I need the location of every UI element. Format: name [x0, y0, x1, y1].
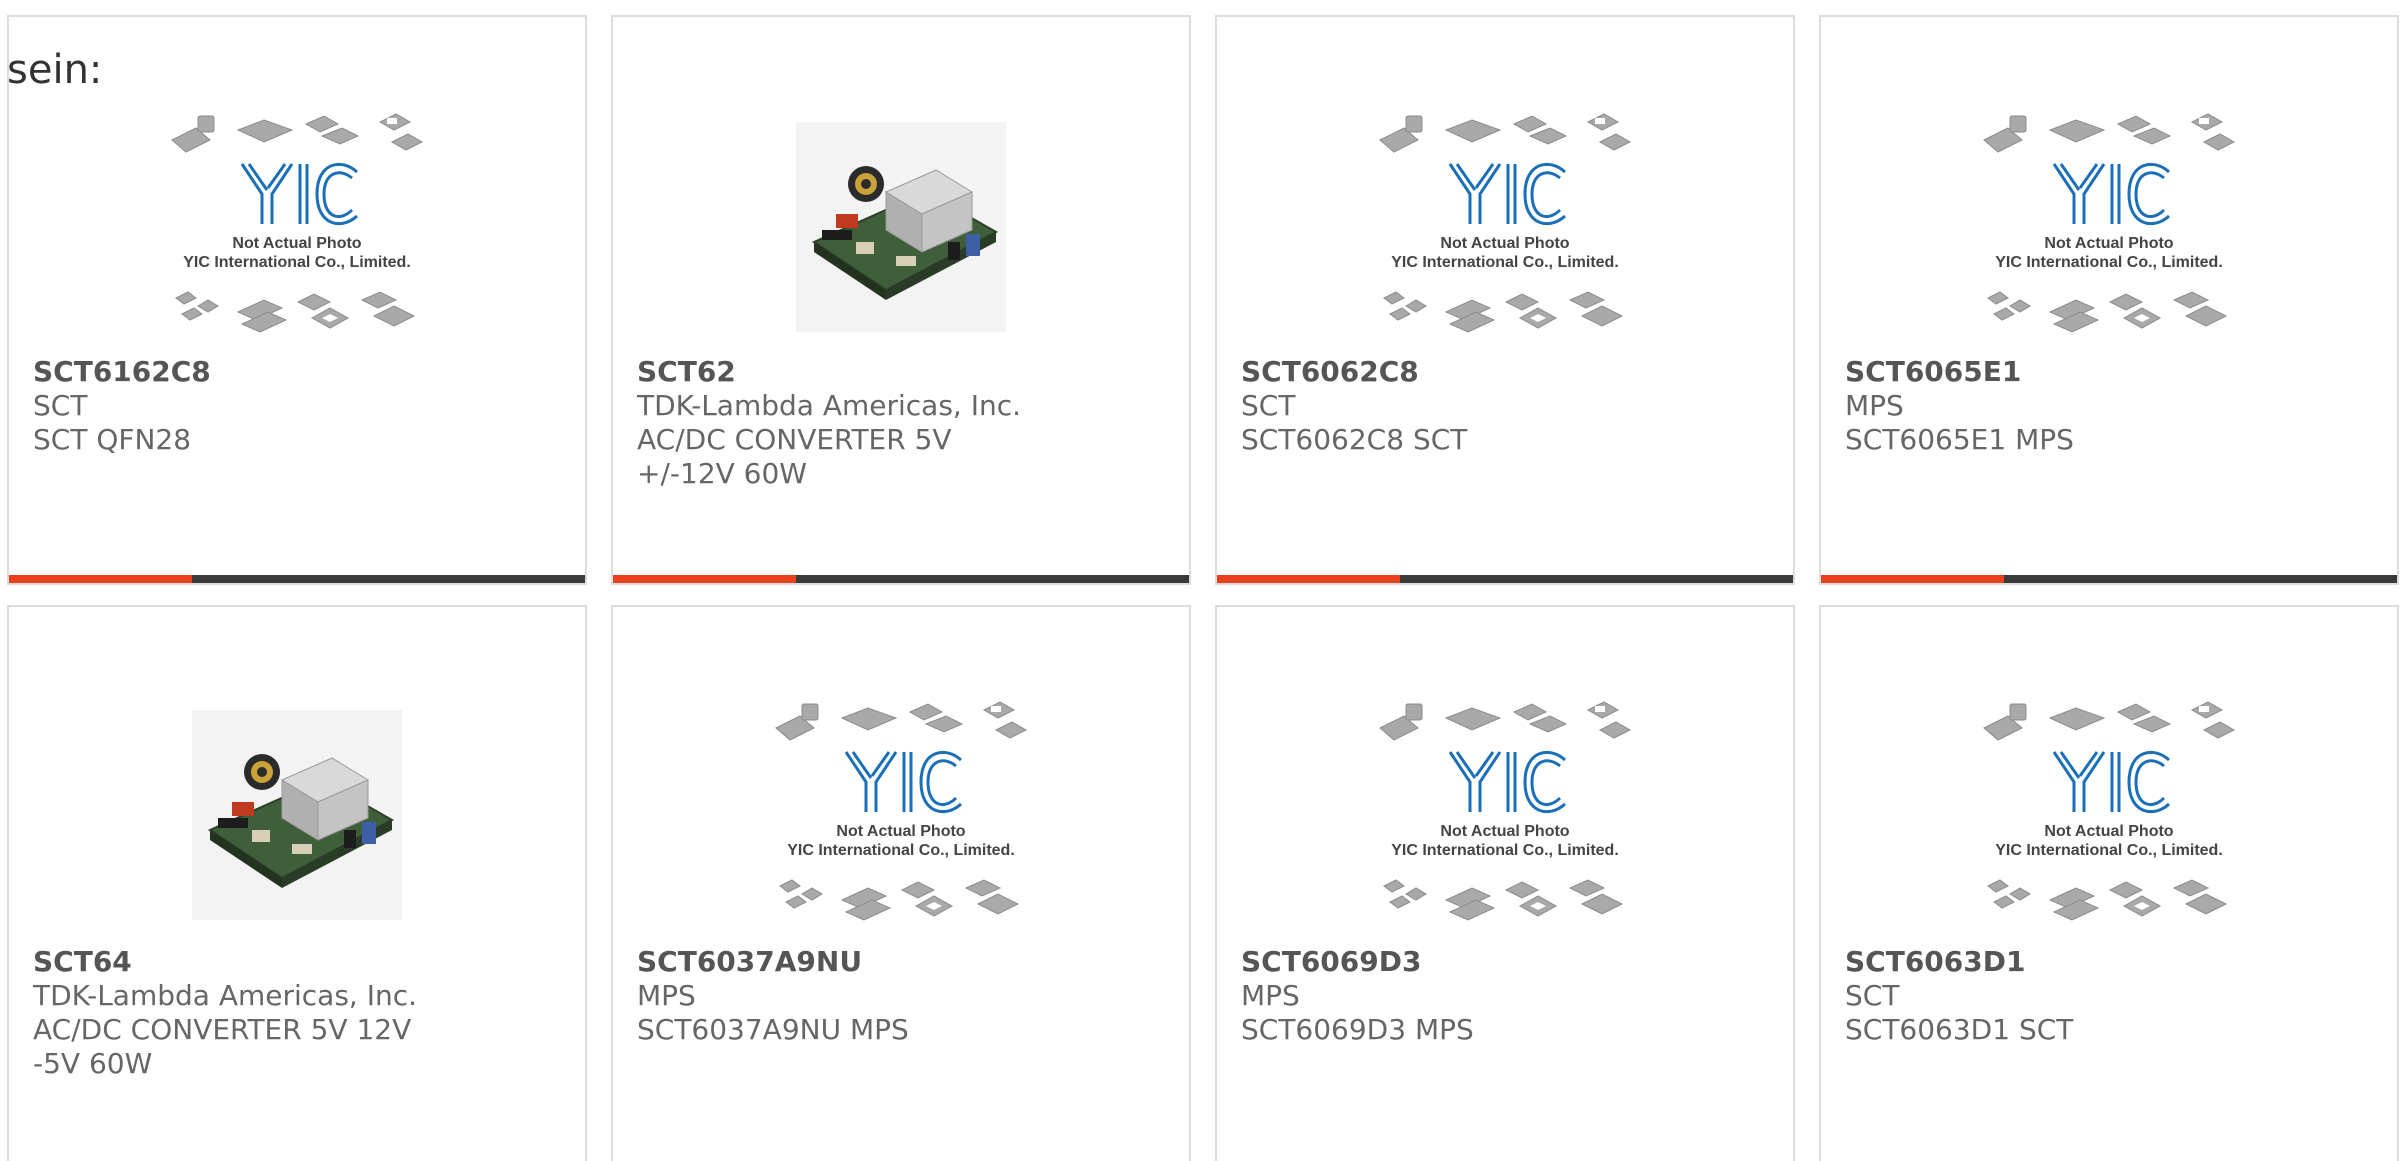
description: SCT QFN28: [33, 423, 192, 456]
product-card[interactable]: Not Actual Photo YIC International Co., …: [1215, 15, 1795, 585]
placeholder-icon[interactable]: Not Actual Photo YIC International Co., …: [1821, 97, 2397, 357]
part-number-link[interactable]: SCT6063D1: [1845, 945, 2373, 979]
card-hover-bar-accent: [613, 575, 796, 583]
manufacturer: MPS: [1241, 979, 1300, 1012]
card-hover-bar: [1217, 575, 1793, 583]
description: SCT6063D1 SCT: [1845, 1013, 2074, 1046]
placeholder-line1: Not Actual Photo: [2044, 235, 2173, 252]
product-card[interactable]: SCT62 TDK-Lambda Americas, Inc. AC/DC CONV…: [611, 15, 1191, 585]
manufacturer: TDK-Lambda Americas, Inc.: [33, 979, 418, 1012]
part-number-link[interactable]: SCT6162C8: [33, 355, 561, 389]
product-card[interactable]: SCT64 TDK-Lambda Americas, Inc. AC/DC CONV…: [7, 605, 587, 1161]
product-card[interactable]: Not Actual Photo YIC International Co., …: [7, 15, 587, 585]
product-info: SCT6062C8 SCT SCT6062C8 SCT: [1241, 355, 1769, 457]
placeholder-icon[interactable]: Not Actual Photo YIC International Co., …: [1217, 685, 1793, 945]
power-supply-board-icon[interactable]: [613, 97, 1189, 357]
description: AC/DC CONVERTER 5V 12V -5V 60W: [33, 1013, 412, 1080]
card-hover-bar-accent: [1217, 575, 1400, 583]
part-number-link[interactable]: SCT6065E1: [1845, 355, 2373, 389]
power-supply-board-icon[interactable]: [9, 685, 585, 945]
part-number-link[interactable]: SCT6062C8: [1241, 355, 1769, 389]
product-info: SCT62 TDK-Lambda Americas, Inc. AC/DC CONV…: [637, 355, 1165, 491]
manufacturer: SCT: [33, 389, 88, 422]
placeholder-line2: YIC International Co., Limited.: [1995, 254, 2223, 271]
description: AC/DC CONVERTER 5V +/-12V 60W: [637, 423, 952, 490]
card-hover-bar: [9, 575, 585, 583]
card-hover-bar: [613, 575, 1189, 583]
product-info: SCT6162C8 SCT SCT QFN28: [33, 355, 561, 457]
part-number-link[interactable]: SCT64: [33, 945, 561, 979]
part-number-link[interactable]: SCT6037A9NU: [637, 945, 1165, 979]
product-info: SCT6037A9NU MPS SCT6037A9NU MPS: [637, 945, 1165, 1047]
product-card[interactable]: Not Actual Photo YIC International Co., …: [1215, 605, 1795, 1161]
placeholder-line1: Not Actual Photo: [1440, 823, 1569, 840]
placeholder-line2: YIC International Co., Limited.: [1995, 842, 2223, 859]
placeholder-line2: YIC International Co., Limited.: [1391, 254, 1619, 271]
product-card[interactable]: Not Actual Photo YIC International Co., …: [1819, 15, 2399, 585]
description: SCT6062C8 SCT: [1241, 423, 1468, 456]
placeholder-icon[interactable]: Not Actual Photo YIC International Co., …: [1821, 685, 2397, 945]
placeholder-line1: Not Actual Photo: [1440, 235, 1569, 252]
description: SCT6037A9NU MPS: [637, 1013, 909, 1046]
product-info: SCT6063D1 SCT SCT6063D1 SCT: [1845, 945, 2373, 1047]
card-hover-bar-accent: [9, 575, 192, 583]
manufacturer: SCT: [1241, 389, 1296, 422]
manufacturer: MPS: [637, 979, 696, 1012]
intro-text: sein:: [7, 47, 103, 93]
placeholder-line1: Not Actual Photo: [836, 823, 965, 840]
placeholder-line1: Not Actual Photo: [2044, 823, 2173, 840]
product-listing-page: sein: Not Actual Photo YIC International…: [0, 0, 2400, 1161]
product-grid: Not Actual Photo YIC International Co., …: [7, 15, 2400, 1161]
placeholder-line2: YIC International Co., Limited.: [183, 254, 411, 271]
card-hover-bar: [1821, 575, 2397, 583]
placeholder-line2: YIC International Co., Limited.: [787, 842, 1015, 859]
description: SCT6065E1 MPS: [1845, 423, 2074, 456]
part-number-link[interactable]: SCT6069D3: [1241, 945, 1769, 979]
placeholder-icon[interactable]: Not Actual Photo YIC International Co., …: [1217, 97, 1793, 357]
manufacturer: TDK-Lambda Americas, Inc.: [637, 389, 1022, 422]
product-card[interactable]: Not Actual Photo YIC International Co., …: [1819, 605, 2399, 1161]
product-card[interactable]: Not Actual Photo YIC International Co., …: [611, 605, 1191, 1161]
manufacturer: SCT: [1845, 979, 1900, 1012]
placeholder-line2: YIC International Co., Limited.: [1391, 842, 1619, 859]
placeholder-line1: Not Actual Photo: [232, 235, 361, 252]
card-hover-bar-accent: [1821, 575, 2004, 583]
part-number-link[interactable]: SCT62: [637, 355, 1165, 389]
placeholder-icon[interactable]: Not Actual Photo YIC International Co., …: [9, 97, 585, 357]
description: SCT6069D3 MPS: [1241, 1013, 1474, 1046]
placeholder-icon[interactable]: Not Actual Photo YIC International Co., …: [613, 685, 1189, 945]
product-info: SCT6065E1 MPS SCT6065E1 MPS: [1845, 355, 2373, 457]
product-info: SCT6069D3 MPS SCT6069D3 MPS: [1241, 945, 1769, 1047]
product-info: SCT64 TDK-Lambda Americas, Inc. AC/DC CONV…: [33, 945, 561, 1081]
manufacturer: MPS: [1845, 389, 1904, 422]
